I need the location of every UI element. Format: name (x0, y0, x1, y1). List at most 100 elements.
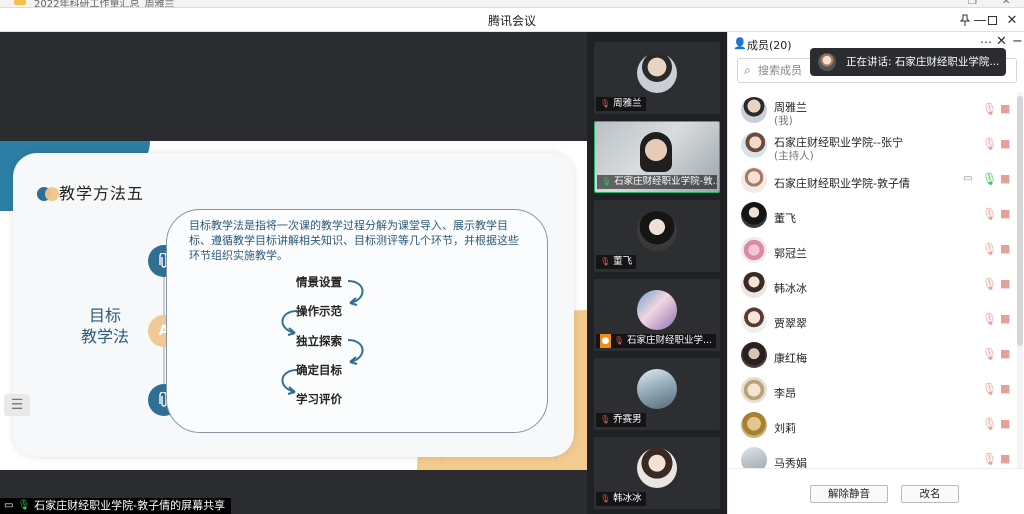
slide-list-button[interactable]: ☰ (4, 394, 30, 416)
camera-off-icon[interactable]: ■ (1000, 347, 1010, 360)
avatar (741, 447, 767, 468)
slide-card: 教学方法五 A 目标 教学法 目标教学法是指将一次课的教学过程分解为课堂导入、展… (13, 153, 574, 457)
mic-muted-icon[interactable]: 🎙 (982, 312, 997, 326)
video-tile[interactable]: 🎙 周雅兰 (594, 42, 720, 114)
curve-arrow-icon (347, 339, 364, 365)
members-panel: 👤 成员(20) ⋯ ✕ − ⌕ 周雅兰 (我) 🎙 ■ 石家庄财经职业学院--… (727, 32, 1024, 514)
mic-muted-icon[interactable]: 🎙 (982, 452, 997, 466)
member-name: 康红梅 (774, 352, 807, 365)
camera-off-icon[interactable]: ■ (1000, 242, 1010, 255)
camera-off-icon[interactable]: ■ (1000, 417, 1010, 430)
camera-off-icon[interactable]: ■ (1000, 207, 1010, 220)
mic-muted-icon[interactable]: 🎙 (982, 382, 997, 396)
camera-off-icon[interactable]: ■ (1000, 452, 1010, 465)
members-footer: 解除静音 改名 (728, 468, 1024, 514)
camera-off-icon[interactable]: ■ (1000, 172, 1010, 185)
participant-name-tag: 🎙 石家庄财经职业学院-敦... (597, 175, 717, 189)
member-role: (我) (774, 115, 793, 127)
avatar (637, 211, 677, 251)
video-tile[interactable]: ● 🎙 石家庄财经职业学... (594, 279, 720, 351)
screen-share-icon: ▭ (963, 173, 973, 184)
method-label: 目标 教学法 (80, 306, 129, 346)
camera-off-icon[interactable]: ■ (1000, 312, 1010, 325)
participant-name-tag: 🎙 周雅兰 (596, 97, 646, 111)
video-tile[interactable]: 🎙 董飞 (594, 200, 720, 272)
mic-off-icon: 🎙 (600, 494, 611, 503)
share-label-text: 石家庄财经职业学院-敦子倩的屏幕共享 (34, 499, 226, 512)
step-item: 情景设置 (296, 275, 342, 289)
step-item: 学习评价 (296, 392, 342, 406)
avatar (637, 369, 677, 409)
list-item[interactable]: 李昂 🎙 ■ (728, 374, 1024, 409)
list-item[interactable]: 刘莉 🎙 ■ (728, 409, 1024, 444)
camera-off-icon[interactable]: ■ (1000, 382, 1010, 395)
member-name: 李昂 (774, 387, 796, 400)
step-item: 独立探索 (296, 334, 342, 348)
close-window-button[interactable]: ✕ (1002, 10, 1022, 30)
user-icon: ● (600, 334, 611, 348)
member-name: 贾翠翠 (774, 317, 807, 330)
video-tile[interactable]: 🎙 韩冰冰 (594, 437, 720, 509)
list-item[interactable]: 石家庄财经职业学院--张宁 (主持人) 🎙 ■ (728, 129, 1024, 164)
list-item[interactable]: 石家庄财经职业学院-敦子倩 ▭ 🎙 ■ (728, 164, 1024, 199)
mic-muted-icon[interactable]: 🎙 (982, 277, 997, 291)
restore-icon[interactable]: ❐ (968, 0, 977, 7)
camera-off-icon[interactable]: ■ (1000, 137, 1010, 150)
slide-title: 教学方法五 (59, 184, 145, 203)
list-item[interactable]: 董飞 🎙 ■ (728, 199, 1024, 234)
title-dots-icon (37, 187, 61, 201)
list-item[interactable]: 贾翠翠 🎙 ■ (728, 304, 1024, 339)
list-item[interactable]: 韩冰冰 🎙 ■ (728, 269, 1024, 304)
video-tile[interactable]: 🎙 乔赛男 (594, 358, 720, 430)
close-panel-icon[interactable]: ✕ (996, 34, 1007, 49)
list-item[interactable]: 康红梅 🎙 ■ (728, 339, 1024, 374)
avatar (741, 307, 767, 333)
list-item[interactable]: 郭冠兰 🎙 ■ (728, 234, 1024, 269)
camera-off-icon[interactable]: ■ (1000, 102, 1010, 115)
mic-muted-icon[interactable]: 🎙 (982, 242, 997, 256)
member-name: 石家庄财经职业学院-敦子倩 (774, 177, 910, 190)
curve-arrow-icon (347, 280, 364, 306)
close-icon[interactable]: ✕ (1002, 0, 1010, 7)
unmute-all-button[interactable]: 解除静音 (810, 485, 888, 503)
taskbar-file-title[interactable]: 2022年科研工作量汇总_周雅兰 (34, 0, 174, 7)
mic-on-icon: 🎙 (601, 177, 612, 186)
members-title: 成员(20) (747, 39, 792, 52)
avatar (741, 342, 767, 368)
step-item: 确定目标 (296, 363, 342, 377)
step-item: 操作示范 (296, 304, 342, 318)
avatar (741, 97, 767, 123)
rename-button[interactable]: 改名 (901, 485, 959, 503)
list-item[interactable]: 周雅兰 (我) 🎙 ■ (728, 94, 1024, 129)
pin-icon (960, 14, 970, 26)
camera-off-icon[interactable]: ■ (1000, 277, 1010, 290)
shared-screen[interactable]: 教学方法五 A 目标 教学法 目标教学法是指将一次课的教学过程分解为课堂导入、展… (0, 32, 587, 514)
collapse-icon[interactable]: − (1012, 34, 1023, 49)
more-options-icon[interactable]: ⋯ (980, 35, 992, 49)
mic-muted-icon[interactable]: 🎙 (982, 347, 997, 361)
maximize-icon (987, 15, 997, 25)
participant-name-tag: 🎙 董飞 (596, 255, 637, 269)
screen-share-label: ▭ 🎙 石家庄财经职业学院-敦子倩的屏幕共享 (0, 498, 232, 514)
presentation-slide: 教学方法五 A 目标 教学法 目标教学法是指将一次课的教学过程分解为课堂导入、展… (0, 141, 587, 470)
avatar (741, 237, 767, 263)
participant-name-tag: 🎙 乔赛男 (596, 413, 646, 427)
mic-muted-icon[interactable]: 🎙 (982, 417, 997, 431)
maximize-button[interactable] (982, 10, 1002, 30)
member-name: 韩冰冰 (774, 282, 807, 295)
mic-muted-icon[interactable]: 🎙 (982, 137, 997, 151)
avatar (741, 167, 767, 193)
mic-off-icon: 🎙 (600, 257, 611, 266)
avatar (741, 412, 767, 438)
speaking-text: 正在讲话: 石家庄财经职业学院... (846, 56, 1000, 68)
window-titlebar: 腾讯会议 — ✕ (0, 8, 1024, 32)
mic-off-icon: 🎙 (613, 336, 624, 345)
list-item[interactable]: 马秀娟 🎙 ■ (728, 444, 1024, 468)
video-tile-active-speaker[interactable]: 🎙 石家庄财经职业学院-敦... (594, 121, 720, 193)
mic-live-icon[interactable]: 🎙 (982, 172, 997, 186)
folder-icon (14, 0, 26, 5)
mic-muted-icon[interactable]: 🎙 (982, 102, 997, 116)
scrollbar-thumb[interactable] (1017, 96, 1023, 346)
avatar (640, 132, 672, 172)
mic-muted-icon[interactable]: 🎙 (982, 207, 997, 221)
